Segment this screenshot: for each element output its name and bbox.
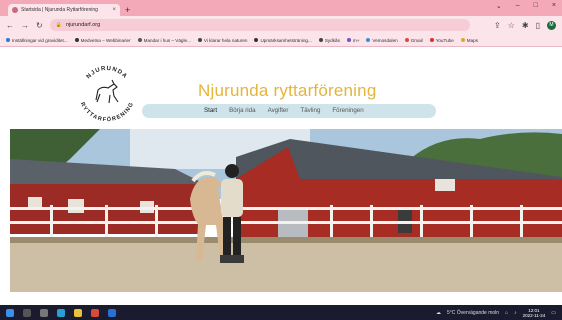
address-toolbar: ← → ↻ 🔒 njurundarf.org ⇪ ☆ ✱ ▯ M — [0, 16, 562, 34]
volume-icon[interactable]: ♪ — [514, 310, 517, 316]
os-taskbar: ☁ 5°C Övervägande moln ⌂ ♪ 12:01 2022-11… — [0, 305, 562, 320]
profile-avatar[interactable]: M — [547, 20, 556, 30]
youtube-icon — [429, 38, 434, 42]
url-text: njurundarf.org — [65, 22, 101, 28]
close-window-button[interactable]: × — [552, 2, 556, 10]
bookmark-favicon-icon — [197, 38, 202, 42]
search-icon[interactable] — [23, 308, 31, 317]
gmail-icon — [404, 38, 409, 42]
nav-link-avgifter[interactable]: Avgifter — [268, 107, 289, 114]
windows-start-icon[interactable] — [6, 308, 14, 317]
bookmark-item[interactable]: Sydkås — [318, 38, 340, 43]
bookmark-item[interactable]: Inställningar vid graviditet... — [6, 38, 68, 43]
bookmark-item[interactable]: Medvetna – Webbinarier — [74, 38, 131, 43]
bookmark-item[interactable]: m+ — [346, 38, 359, 43]
bookmark-favicon-icon — [254, 38, 259, 42]
bookmark-item[interactable]: Gmail — [404, 38, 423, 43]
maximize-button[interactable]: □ — [534, 2, 538, 10]
main-nav: Start Börja rida Avgifter Tävling Föreni… — [204, 107, 364, 114]
url-bar[interactable]: 🔒 njurundarf.org — [49, 19, 470, 31]
site-title: Njurunda ryttarförening — [198, 81, 377, 100]
site-favicon-icon — [12, 7, 18, 13]
minimize-button[interactable]: – — [516, 2, 520, 10]
hero-image — [10, 129, 562, 292]
bookmark-favicon-icon — [6, 38, 10, 42]
bookmark-star-icon[interactable]: ☆ — [508, 21, 515, 30]
logo-top-text: NJURUNDA — [86, 66, 128, 80]
tab-search-icon[interactable]: ⌄ — [496, 2, 502, 10]
window-controls: ⌄ – □ × — [496, 2, 556, 10]
tab-close-icon[interactable]: × — [112, 7, 116, 13]
bookmark-item[interactable]: Maps — [460, 38, 478, 43]
nav-link-foreningen[interactable]: Föreningen — [332, 107, 363, 114]
app-icon[interactable] — [108, 308, 116, 317]
bookmark-favicon-icon — [346, 38, 351, 42]
bookmarks-bar: Inställningar vid graviditet... Medvetna… — [0, 34, 562, 47]
system-tray: ☁ 5°C Övervägande moln ⌂ ♪ 12:01 2022-11… — [436, 308, 556, 318]
share-icon[interactable]: ⇪ — [494, 21, 501, 30]
bookmark-item[interactable]: YouTube — [429, 38, 454, 43]
club-logo[interactable]: NJURUNDA RYTTARFÖRENING — [76, 62, 138, 124]
nav-link-tavling[interactable]: Tävling — [300, 107, 320, 114]
bookmark-item[interactable]: Mandar i hus – Vägle... — [137, 38, 191, 43]
nav-link-borja-rida[interactable]: Börja rida — [229, 107, 255, 114]
nav-link-start[interactable]: Start — [204, 107, 217, 114]
lock-icon[interactable]: 🔒 — [56, 22, 62, 28]
sidebar-icon[interactable]: ▯ — [536, 21, 540, 30]
notifications-icon[interactable]: ▭ — [551, 310, 556, 316]
bookmark-item[interactable]: Vemosdalen — [366, 38, 398, 43]
network-icon[interactable]: ⌂ — [505, 310, 508, 316]
bookmark-item[interactable]: Vi klarar hela naturen — [197, 38, 247, 43]
logo-bottom-text: RYTTARFÖRENING — [79, 102, 135, 124]
bookmark-favicon-icon — [137, 38, 142, 42]
bookmark-item[interactable]: Upmärksamhetsträning... — [254, 38, 312, 43]
bookmark-favicon-icon — [74, 38, 79, 42]
new-tab-button[interactable]: + — [125, 4, 130, 16]
clock-date: 2022-11-24 — [522, 312, 546, 318]
task-view-icon[interactable] — [40, 308, 48, 317]
horse-icon — [95, 79, 119, 104]
weather-text[interactable]: 5°C Övervägande moln — [447, 310, 499, 316]
edge-icon[interactable] — [57, 308, 65, 317]
browser-tab[interactable]: Startsida | Njurunda Ryttarförening × — [8, 4, 120, 16]
extensions-icon[interactable]: ✱ — [522, 21, 529, 30]
maps-icon — [460, 38, 465, 42]
browser-tab-bar: Startsida | Njurunda Ryttarförening × + … — [0, 0, 562, 16]
back-icon[interactable]: ← — [6, 21, 14, 30]
forward-icon[interactable]: → — [21, 21, 29, 30]
reload-icon[interactable]: ↻ — [36, 21, 43, 30]
tab-title: Startsida | Njurunda Ryttarförening — [21, 7, 98, 13]
bookmark-favicon-icon — [318, 38, 323, 42]
weather-icon[interactable]: ☁ — [436, 310, 441, 316]
chrome-icon[interactable] — [91, 308, 99, 317]
bookmark-favicon-icon — [366, 38, 371, 42]
clock[interactable]: 12:01 2022-11-24 — [523, 308, 546, 318]
file-explorer-icon[interactable] — [74, 308, 82, 317]
